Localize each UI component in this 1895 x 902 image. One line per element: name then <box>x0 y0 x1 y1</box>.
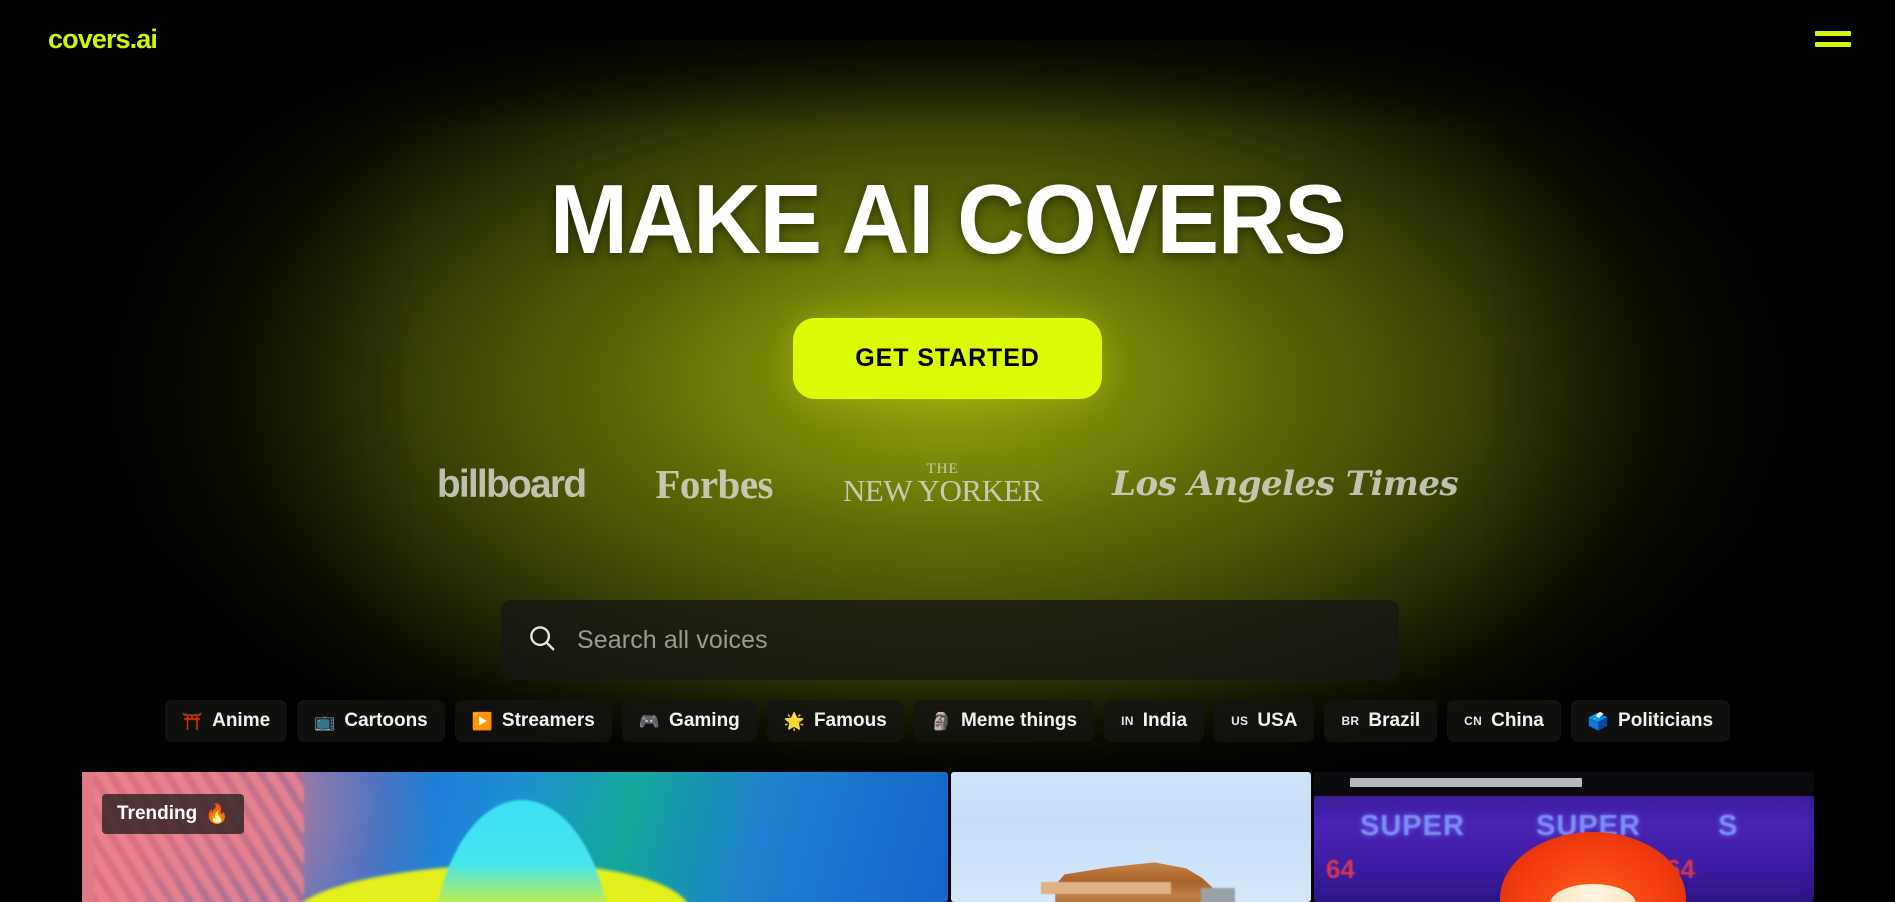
moai-icon: 🗿 <box>930 711 952 731</box>
card-art-block <box>1201 888 1235 902</box>
chip-brazil[interactable]: BR Brazil <box>1324 700 1438 742</box>
press-logo-forbes: Forbes <box>655 460 774 507</box>
chip-gaming[interactable]: 🎮 Gaming <box>621 700 757 742</box>
card-super-mario-64[interactable]: SUPER SUPER S 64 64 <box>1314 772 1814 902</box>
press-logo-newyorker-main: NEW YORKER <box>843 473 1043 508</box>
trending-cards-row[interactable]: Trending 🔥 SUPER SUPER S 64 64 <box>80 772 1815 902</box>
chip-label: Politicians <box>1618 710 1714 731</box>
chip-meme-things[interactable]: 🗿 Meme things <box>913 700 1095 742</box>
chip-label: Anime <box>212 710 271 731</box>
gamepad-icon: 🎮 <box>638 711 661 731</box>
chip-label: Famous <box>813 710 887 731</box>
ballot-box-icon: 🗳️ <box>1587 711 1610 731</box>
country-code-us: US <box>1231 714 1249 728</box>
press-logo-los-angeles-times: Los Angeles Times <box>1112 464 1459 504</box>
chip-label: Cartoons <box>344 710 428 731</box>
search-input[interactable]: Search all voices <box>577 626 768 655</box>
television-icon: 📺 <box>314 711 336 731</box>
chip-label: Meme things <box>960 710 1078 731</box>
card-art-arc <box>432 800 612 902</box>
hamburger-bar-1 <box>1815 31 1851 36</box>
card-art-num-1: 64 <box>1326 854 1355 884</box>
chip-anime[interactable]: ⛩️ Anime <box>164 700 288 742</box>
get-started-button[interactable]: GET STARTED <box>793 318 1102 399</box>
trending-badge: Trending 🔥 <box>102 794 244 834</box>
chip-label: China <box>1491 710 1544 731</box>
torii-icon: ⛩️ <box>181 711 204 731</box>
country-code-in: IN <box>1121 714 1134 728</box>
page-title: MAKE AI COVERS <box>549 163 1347 275</box>
top-bar: covers.ai <box>0 0 1895 78</box>
cta-wrapper: GET STARTED <box>0 318 1895 399</box>
card-art-text-3: S <box>1718 810 1739 842</box>
press-logos: billboard Forbes THE NEW YORKER Los Ange… <box>0 460 1895 508</box>
card-minecraft[interactable] <box>951 772 1311 902</box>
chip-label: India <box>1142 710 1188 731</box>
card-spongebob[interactable]: Trending 🔥 <box>80 772 948 902</box>
category-chips: ⛩️ Anime 📺 Cartoons ▶️ Streamers 🎮 Gamin… <box>0 700 1895 742</box>
hamburger-icon[interactable] <box>1815 28 1851 50</box>
card-art-structure <box>1055 862 1215 902</box>
card-art-text-1: SUPER <box>1360 810 1465 842</box>
play-button-icon: ▶️ <box>471 711 493 731</box>
site-logo[interactable]: covers.ai <box>48 25 158 53</box>
press-logo-billboard: billboard <box>436 462 587 506</box>
country-code-cn: CN <box>1464 714 1483 728</box>
chip-politicians[interactable]: 🗳️ Politicians <box>1570 700 1731 742</box>
card-art-streak <box>94 772 304 902</box>
chip-famous[interactable]: 🌟 Famous <box>766 700 904 742</box>
chip-streamers[interactable]: ▶️ Streamers <box>454 700 612 742</box>
press-logo-the-new-yorker: THE NEW YORKER <box>843 462 1043 508</box>
hamburger-bar-2 <box>1815 42 1851 47</box>
chip-india[interactable]: IN India <box>1104 700 1205 742</box>
chip-cartoons[interactable]: 📺 Cartoons <box>297 700 445 742</box>
cards-fade-right <box>1805 772 1895 902</box>
search-icon <box>527 623 557 658</box>
chip-label: USA <box>1257 710 1298 731</box>
page-root: Trending 🔥 SUPER SUPER S 64 64 covers.ai <box>0 0 1895 902</box>
chip-usa[interactable]: US USA <box>1214 700 1315 742</box>
cards-fade-left <box>0 772 82 902</box>
background-glow <box>0 40 1895 800</box>
country-code-br: BR <box>1341 714 1360 728</box>
search-bar[interactable]: Search all voices <box>501 600 1399 680</box>
chip-label: Brazil <box>1368 710 1421 731</box>
star-icon: 🌟 <box>783 711 805 731</box>
card-art-beam <box>1041 882 1171 894</box>
card-art-bar <box>1350 778 1582 787</box>
chip-label: Gaming <box>669 710 740 731</box>
page-vignette <box>0 0 1895 902</box>
chip-label: Streamers <box>501 710 595 731</box>
trending-badge-label: Trending <box>117 803 198 824</box>
chip-china[interactable]: CN China <box>1447 700 1561 742</box>
fire-icon: 🔥 <box>205 804 229 825</box>
